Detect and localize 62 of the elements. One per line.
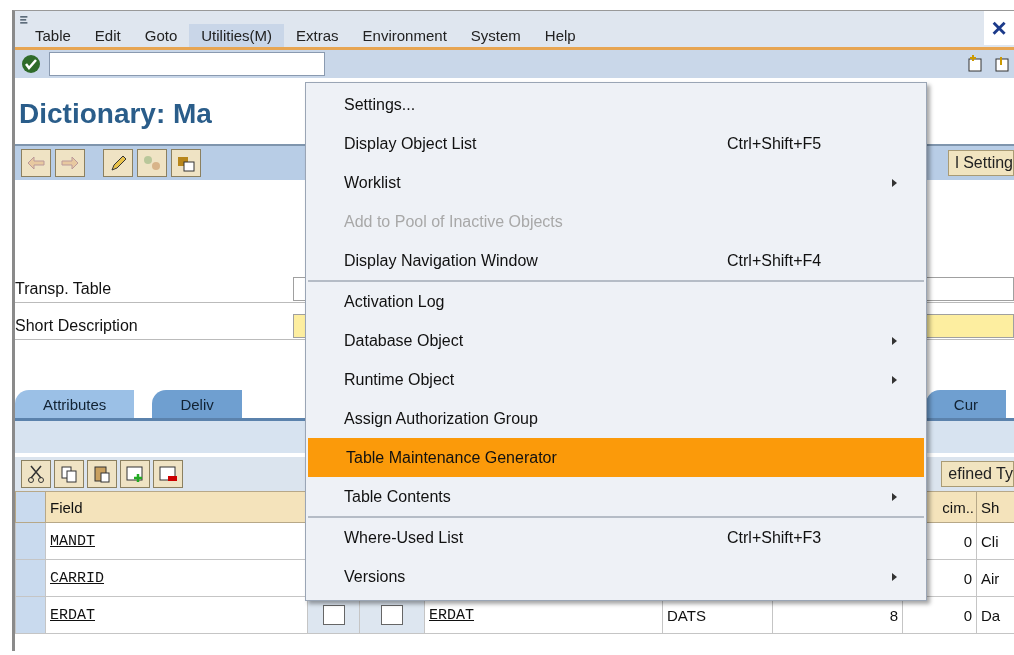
menu-item[interactable]: Worklist [306, 163, 926, 202]
menu-item[interactable]: Help [532, 24, 588, 47]
insert-row-icon [125, 464, 145, 484]
display-change-button[interactable] [103, 149, 133, 177]
menu-item[interactable]: Table [23, 24, 83, 47]
table-cell-text: 0 [963, 532, 972, 550]
menu-item[interactable]: Settings... [306, 85, 926, 124]
clipboard-icon [92, 464, 112, 484]
settings-button[interactable]: l Setting [948, 150, 1014, 176]
table-cell-text: 0 [963, 606, 972, 624]
table-cell-text: Da [981, 606, 1001, 624]
insert-row-button[interactable] [120, 460, 150, 488]
cut-button[interactable] [21, 460, 51, 488]
menu-item[interactable]: Versions [306, 557, 926, 596]
circles-icon [142, 153, 162, 173]
menu-item[interactable]: Assign Authorization Group [306, 399, 926, 438]
table-cell-text: MANDT [50, 532, 95, 550]
menu-item[interactable]: Goto [132, 24, 190, 47]
field-label: Short Description [15, 317, 139, 335]
menu-item[interactable]: Environment [350, 24, 459, 47]
table-cell-text: 8 [889, 606, 898, 624]
other-object-button[interactable] [171, 149, 201, 177]
checkbox[interactable] [381, 605, 403, 625]
column-header: Sh [976, 491, 1014, 523]
menu-item[interactable]: Table Maintenance Generator [308, 438, 924, 477]
shortcut-icon [992, 54, 1012, 74]
menu-item[interactable]: Database Object [306, 321, 926, 360]
tab[interactable]: Cur [925, 390, 1006, 418]
column-header: Field [45, 491, 308, 523]
field-label: Transp. Table [15, 280, 113, 298]
paste-button[interactable] [87, 460, 117, 488]
back-button[interactable] [21, 149, 51, 177]
copy-icon [59, 464, 79, 484]
table-cell-text: ERDAT [50, 606, 95, 624]
close-button[interactable]: × [984, 11, 1014, 45]
table-cell-text: ERDAT [429, 606, 474, 624]
checkbox[interactable] [322, 605, 345, 625]
table-cell-text: Cli [981, 532, 999, 550]
table-cell-text: 0 [963, 569, 972, 587]
predefined-type-button[interactable]: efined Ty [941, 461, 1014, 487]
command-field[interactable] [49, 52, 325, 76]
menu-item[interactable]: Activation Log [306, 282, 926, 321]
delete-row-icon [158, 464, 178, 484]
forward-button[interactable] [55, 149, 85, 177]
tab[interactable]: Attributes [15, 390, 135, 418]
table-cell-text: CARRID [50, 569, 104, 587]
tab[interactable]: Deliv [152, 390, 242, 418]
page-title: Dictionary: Ma [18, 97, 212, 131]
menu-item[interactable]: Extras [284, 24, 351, 47]
menu-item[interactable]: Display Object List Ctrl+Shift+F5 [306, 124, 926, 163]
table-cell-text: Air [981, 569, 1000, 587]
copy-button[interactable] [54, 460, 84, 488]
table-cell-text: DATS [667, 606, 706, 624]
delete-row-button[interactable] [153, 460, 183, 488]
scissors-icon [26, 464, 46, 484]
checkmark-icon [21, 54, 41, 74]
menu-item[interactable]: System [458, 24, 533, 47]
menu-item[interactable]: Display Navigation Window Ctrl+Shift+F4 [306, 241, 926, 280]
pencil-icon [108, 153, 128, 173]
menu-item[interactable]: Runtime Object [306, 360, 926, 399]
menu-item[interactable]: Edit [82, 24, 133, 47]
menu-item[interactable]: Utilities(M) [189, 24, 285, 47]
